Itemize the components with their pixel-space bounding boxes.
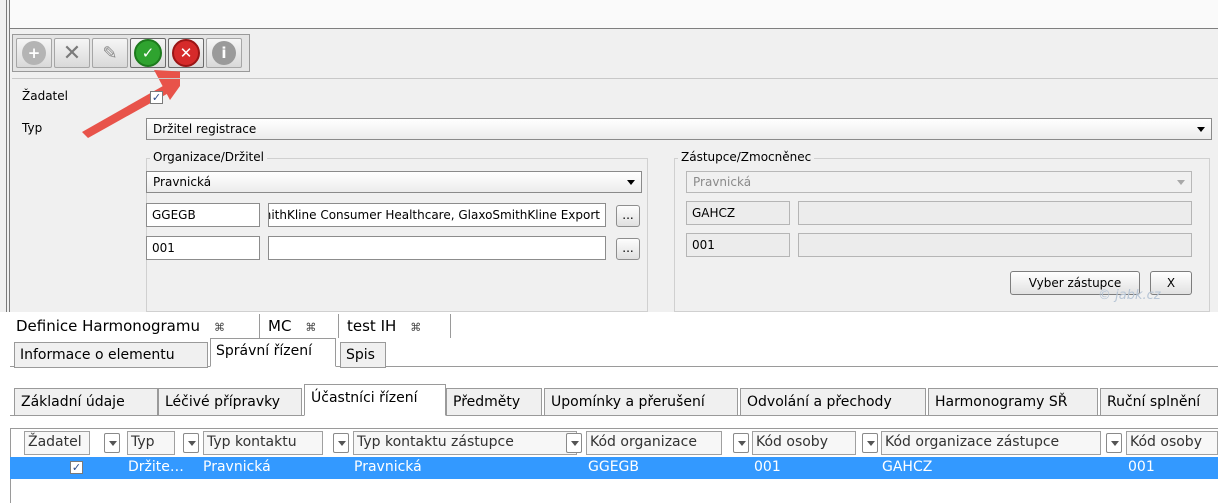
add-icon: +	[22, 41, 46, 65]
tab-mc[interactable]: MC ⌘	[262, 312, 322, 340]
tab-odvolani-a-prechody[interactable]: Odvolání a přechody	[740, 388, 926, 416]
column-header-typ-kontaktu-zastupce[interactable]: Typ kontaktu zástupce	[353, 431, 577, 455]
info-icon: i	[212, 41, 236, 65]
typ-select[interactable]: Držitel registrace	[146, 118, 1212, 140]
cell-kod-osoby: 001	[754, 459, 781, 475]
row-zadatel-checkbox[interactable]: ✓	[70, 461, 83, 474]
filter-dropdown[interactable]	[333, 433, 349, 453]
filter-dropdown[interactable]	[566, 433, 582, 453]
close-icon[interactable]: ⌘	[305, 321, 316, 334]
left-splitter[interactable]	[6, 0, 10, 312]
representative-group-title: Zástupce/Zmocněnec	[678, 150, 815, 164]
tab-label: Definice Harmonogramu	[16, 317, 200, 335]
cell-kod-organizace-zastupce: GAHCZ	[882, 459, 933, 475]
representative-person-name-field	[798, 233, 1192, 257]
person-code-field[interactable]: 001	[146, 236, 260, 260]
filter-dropdown[interactable]	[862, 433, 878, 453]
close-icon[interactable]: ⌘	[214, 321, 225, 334]
organization-group-title: Organizace/Držitel	[150, 150, 267, 164]
filter-dropdown[interactable]	[104, 433, 120, 453]
column-header-kod-osoby-zastupce[interactable]: Kód osoby	[1126, 431, 1218, 455]
chevron-down-icon	[627, 180, 635, 185]
organization-type-select[interactable]: Pravnická	[146, 171, 642, 193]
tab-divider	[259, 314, 260, 338]
cell-kod-organizace: GGEGB	[588, 459, 639, 475]
organization-code-field[interactable]: GGEGB	[146, 203, 260, 227]
column-header-kod-organizace-zastupce[interactable]: Kód organizace zástupce	[881, 431, 1101, 455]
close-icon[interactable]: ⌘	[410, 321, 421, 334]
typ-label: Typ	[22, 121, 43, 135]
tab-test-ih[interactable]: test IH ⌘	[341, 312, 427, 340]
person-browse-button[interactable]: ...	[616, 238, 640, 260]
tab-spis[interactable]: Spis	[340, 342, 386, 368]
organization-name-field[interactable]: SmithKline Consumer Healthcare, GlaxoSmi…	[268, 203, 606, 227]
column-header-typ[interactable]: Typ	[127, 431, 175, 455]
tab-label: test IH	[347, 317, 397, 335]
tab-predmety[interactable]: Předměty	[446, 388, 542, 416]
cell-typ-kontaktu: Pravnická	[203, 459, 271, 475]
typ-select-value: Držitel registrace	[153, 122, 257, 136]
tab-upominky-a-preruseni[interactable]: Upomínky a přerušení	[544, 388, 738, 416]
tab-definice-harmonogramu[interactable]: Definice Harmonogramu ⌘	[10, 312, 231, 340]
add-button[interactable]: +	[16, 38, 52, 68]
filter-dropdown[interactable]	[733, 433, 749, 453]
cell-typ-kontaktu-zastupce: Pravnická	[354, 459, 422, 475]
header-strip	[10, 0, 1218, 29]
representative-name-field	[798, 201, 1192, 225]
representative-type-select: Pravnická	[686, 171, 1192, 193]
organization-browse-button[interactable]: ...	[616, 205, 640, 227]
filter-dropdown[interactable]	[1106, 433, 1122, 453]
tab-spravni-rizeni[interactable]: Správní řízení	[210, 338, 336, 367]
representative-code-field: GAHCZ	[686, 201, 790, 225]
tab-divider	[338, 314, 339, 338]
tab-informace-o-elementu[interactable]: Informace o elementu	[14, 342, 208, 368]
column-header-kod-organizace[interactable]: Kód organizace	[586, 431, 722, 455]
watermark: © jabk.cz	[1098, 288, 1161, 303]
person-name-field[interactable]	[268, 236, 606, 260]
tab-ucastnici-rizeni[interactable]: Účastníci řízení	[304, 384, 446, 416]
cell-typ: Držite…	[128, 459, 184, 475]
chevron-down-icon	[1197, 127, 1205, 132]
zadatel-label: Žadatel	[22, 89, 68, 103]
info-button[interactable]: i	[206, 38, 242, 68]
chevron-down-icon	[1177, 180, 1185, 185]
zadatel-checkbox[interactable]: ✓	[150, 91, 163, 104]
column-header-zadatel[interactable]: Žadatel	[24, 431, 90, 455]
tab-zakladni-udaje[interactable]: Základní údaje	[14, 388, 158, 416]
tab-label: MC	[268, 317, 292, 335]
filter-dropdown[interactable]	[183, 433, 199, 453]
tab-lecive-pripravky[interactable]: Léčivé přípravky	[158, 388, 302, 416]
column-header-kod-osoby[interactable]: Kód osoby	[752, 431, 856, 455]
tab-divider	[450, 314, 451, 338]
tab-rucni-splneni[interactable]: Ruční splnění	[1100, 388, 1218, 416]
representative-person-code-field: 001	[686, 233, 790, 257]
tab-harmonogramy-sr[interactable]: Harmonogramy SŘ	[928, 388, 1098, 416]
column-header-typ-kontaktu[interactable]: Typ kontaktu	[203, 431, 323, 455]
organization-name-text: SmithKline Consumer Healthcare, GlaxoSmi…	[268, 208, 600, 222]
organization-type-value: Pravnická	[153, 175, 212, 189]
cell-kod-osoby-zastupce: 001	[1128, 459, 1155, 475]
representative-type-value: Pravnická	[693, 175, 752, 189]
